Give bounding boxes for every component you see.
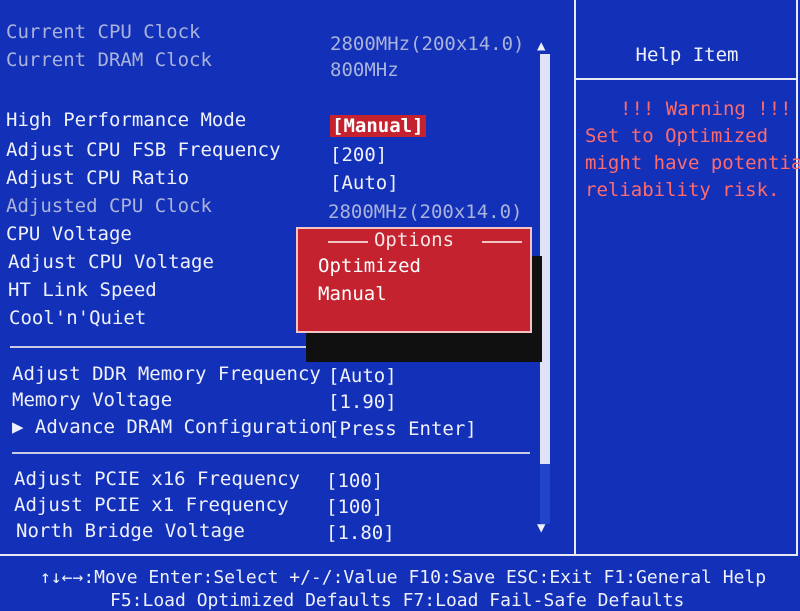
- footer-key-help-2: F5:Load Optimized Defaults F7:Load Fail-…: [110, 590, 685, 611]
- setting-cpu-ratio[interactable]: Adjust CPU Ratio: [6, 166, 189, 190]
- setting-adjusted-cpu-clock: Adjusted CPU Clock: [6, 195, 212, 217]
- setting-cpu-ratio-value[interactable]: [Auto]: [330, 171, 399, 195]
- setting-ddr-memory-frequency-value[interactable]: [Auto]: [328, 364, 397, 388]
- selected-value[interactable]: [Manual]: [330, 115, 426, 137]
- setting-ht-link-speed[interactable]: HT Link Speed: [8, 278, 157, 302]
- setting-north-bridge-voltage[interactable]: North Bridge Voltage: [16, 519, 245, 543]
- help-text-line: might have potential: [585, 152, 800, 174]
- setting-north-bridge-voltage-value[interactable]: [1.80]: [326, 521, 395, 545]
- setting-cool-n-quiet[interactable]: Cool'n'Quiet: [9, 306, 146, 330]
- footer-key-help: ↑↓←→:Move Enter:Select +/-/:Value F10:Sa…: [40, 567, 767, 588]
- popup-title-line: [482, 241, 522, 243]
- setting-cpu-fsb-frequency[interactable]: Adjust CPU FSB Frequency: [6, 138, 281, 162]
- setting-adjust-cpu-voltage[interactable]: Adjust CPU Voltage: [8, 250, 214, 274]
- setting-ddr-memory-frequency[interactable]: Adjust DDR Memory Frequency: [12, 362, 321, 386]
- popup-title: Options: [373, 229, 455, 251]
- section-separator: [12, 452, 530, 454]
- right-border: [796, 0, 798, 556]
- setting-pcie-x1-frequency[interactable]: Adjust PCIE x1 Frequency: [14, 493, 289, 517]
- setting-advance-dram-configuration[interactable]: ▶ Advance DRAM Configuration: [12, 415, 332, 439]
- setting-memory-voltage-value[interactable]: [1.90]: [328, 390, 397, 414]
- option-optimized[interactable]: Optimized: [318, 255, 421, 277]
- info-cpu-clock-value: 2800MHz(200x14.0): [330, 33, 525, 55]
- help-item-title: Help Item: [635, 44, 739, 66]
- setting-pcie-x16-frequency[interactable]: Adjust PCIE x16 Frequency: [14, 467, 300, 491]
- setting-advance-dram-configuration-value[interactable]: [Press Enter]: [328, 417, 477, 441]
- info-cpu-clock-label: Current CPU Clock: [6, 21, 201, 43]
- setting-high-performance-mode-value[interactable]: [Manual]: [330, 114, 426, 138]
- bios-screen: Current CPU Clock 2800MHz(200x14.0) Curr…: [0, 0, 800, 611]
- help-warning-line: !!! Warning !!!: [620, 98, 792, 120]
- help-text-line: Set to Optimized: [585, 125, 769, 147]
- setting-high-performance-mode[interactable]: High Performance Mode: [6, 108, 246, 132]
- scroll-down-arrow-icon[interactable]: ▼: [537, 520, 545, 536]
- setting-pcie-x16-frequency-value[interactable]: [100]: [326, 469, 383, 493]
- option-manual[interactable]: Manual: [318, 283, 387, 305]
- setting-memory-voltage[interactable]: Memory Voltage: [12, 388, 172, 412]
- setting-cpu-fsb-frequency-value[interactable]: [200]: [330, 143, 387, 167]
- help-title-divider: [576, 78, 798, 80]
- info-dram-clock-label: Current DRAM Clock: [6, 49, 212, 71]
- info-dram-clock-value: 800MHz: [330, 59, 399, 81]
- scroll-up-arrow-icon[interactable]: ▲: [537, 38, 545, 54]
- help-text-line: reliability risk.: [585, 179, 780, 201]
- setting-adjusted-cpu-clock-value: 2800MHz(200x14.0): [328, 201, 523, 223]
- setting-pcie-x1-frequency-value[interactable]: [100]: [326, 495, 383, 519]
- options-popup: Options Optimized Manual: [296, 227, 532, 333]
- setting-cpu-voltage[interactable]: CPU Voltage: [6, 222, 132, 246]
- divider-vertical: [574, 0, 576, 556]
